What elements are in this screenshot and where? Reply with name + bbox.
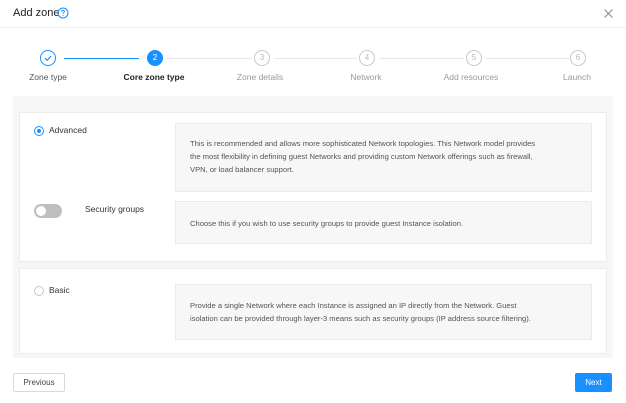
- step-connector: [64, 58, 139, 59]
- step-label-launch: Launch: [563, 72, 591, 82]
- step-label-zone-details: Zone details: [236, 72, 284, 82]
- security-groups-description-text: Choose this if you wish to use security …: [190, 219, 464, 228]
- step-connector: [167, 58, 252, 59]
- advanced-description-line: This is recommended and allows more soph…: [190, 139, 536, 148]
- close-icon[interactable]: [603, 8, 614, 19]
- advanced-description-line: VPN, or load balancer support.: [190, 165, 294, 174]
- advanced-label[interactable]: Advanced: [49, 125, 87, 135]
- step-4-circle: 4: [359, 50, 375, 66]
- basic-description: Provide a single Network where each Inst…: [175, 284, 592, 340]
- basic-option-card: Basic Provide a single Network where eac…: [19, 268, 607, 354]
- step-connector: [486, 58, 569, 59]
- basic-label[interactable]: Basic: [49, 285, 70, 295]
- step-connector: [274, 58, 357, 59]
- step-1-check-icon: [40, 50, 56, 66]
- advanced-description-line: the most flexibility in defining guest N…: [190, 152, 533, 161]
- step-label-core-zone-type: Core zone type: [123, 72, 185, 82]
- basic-description-line: Provide a single Network where each Inst…: [190, 301, 517, 310]
- step-connector: [379, 58, 464, 59]
- advanced-radio[interactable]: [34, 126, 44, 136]
- previous-button[interactable]: Previous: [13, 373, 65, 392]
- basic-description-line: isolation can be provided through layer-…: [190, 314, 531, 323]
- security-groups-toggle[interactable]: [34, 204, 62, 218]
- security-groups-description: Choose this if you wish to use security …: [175, 201, 592, 244]
- advanced-option-card: Advanced This is recommended and allows …: [19, 112, 607, 262]
- dialog-header: Add zone: [0, 0, 626, 28]
- advanced-description: This is recommended and allows more soph…: [175, 123, 592, 192]
- security-groups-label: Security groups: [85, 204, 145, 214]
- next-button[interactable]: Next: [575, 373, 612, 392]
- step-6-circle: 6: [570, 50, 586, 66]
- wizard-steps: 2 3 4 5 6 Zone type Core zone type Zone …: [0, 48, 626, 88]
- step-label-add-resources: Add resources: [443, 72, 499, 82]
- step-5-circle: 5: [466, 50, 482, 66]
- step-3-circle: 3: [254, 50, 270, 66]
- basic-radio[interactable]: [34, 286, 44, 296]
- dialog-title: Add zone: [13, 7, 60, 19]
- step-label-zone-type: Zone type: [29, 72, 67, 82]
- step-2-circle: 2: [147, 50, 163, 66]
- zone-type-options: Advanced This is recommended and allows …: [13, 96, 613, 358]
- question-circle-icon[interactable]: [57, 7, 69, 19]
- step-label-network: Network: [350, 72, 382, 82]
